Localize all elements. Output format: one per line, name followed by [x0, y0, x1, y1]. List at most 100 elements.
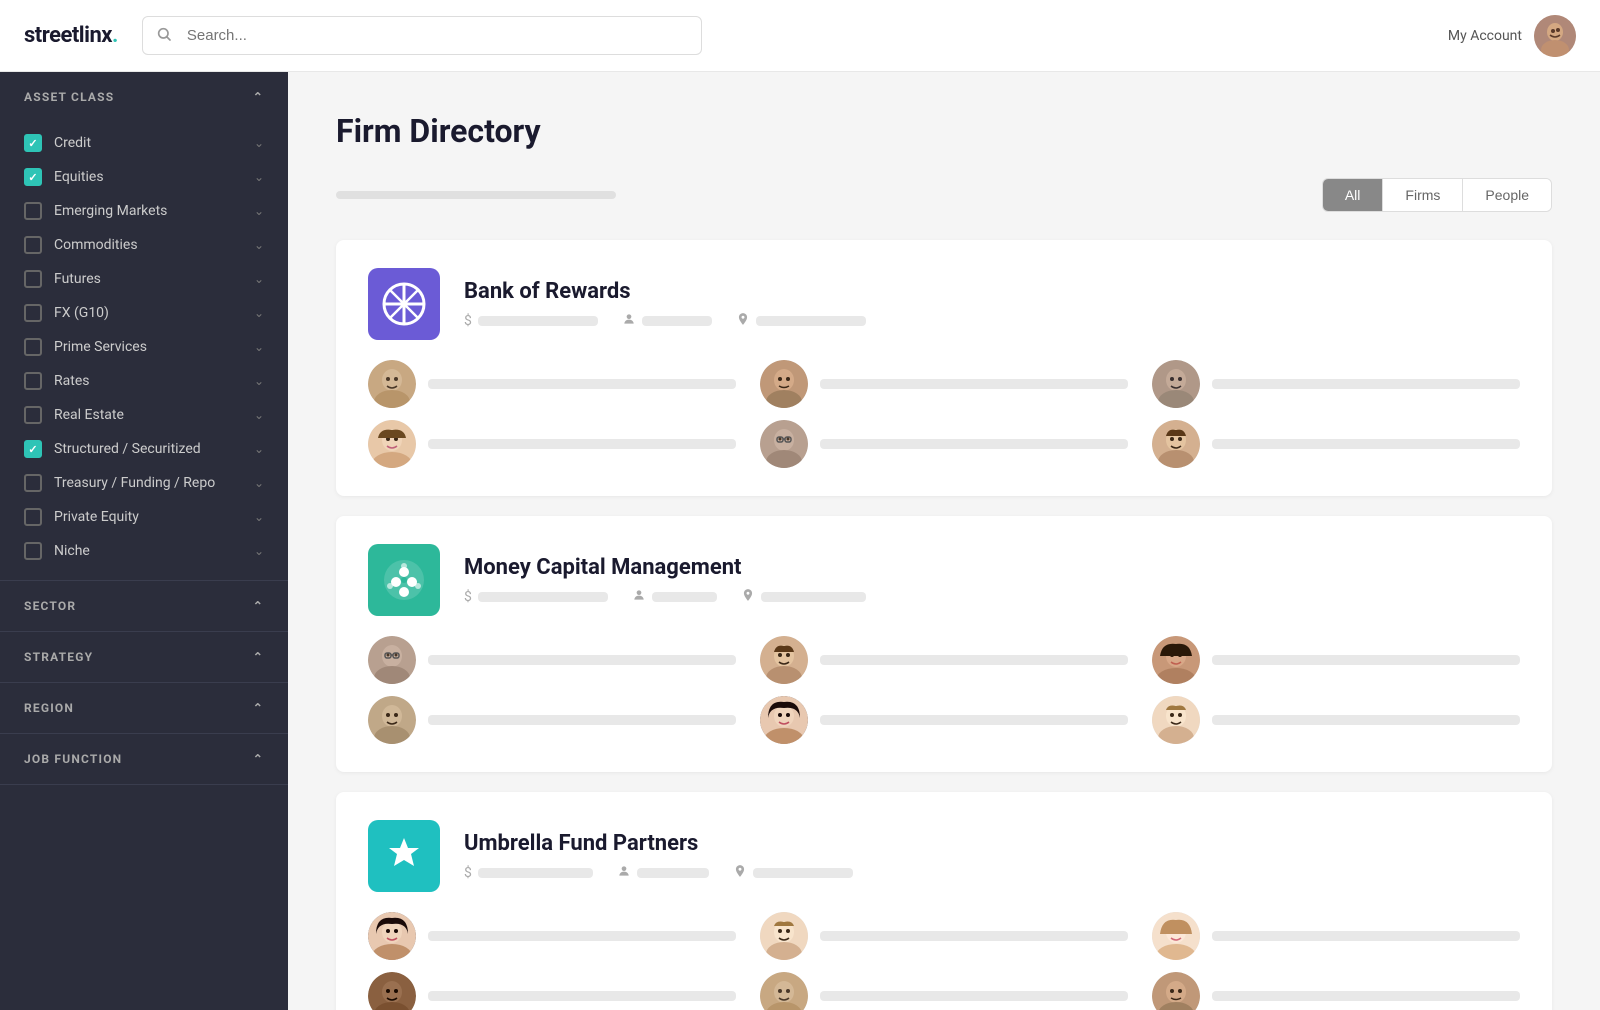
person-row[interactable]: [1152, 696, 1520, 744]
person-row[interactable]: [1152, 636, 1520, 684]
person-name-bar: [1212, 715, 1520, 725]
person-row[interactable]: [368, 420, 736, 468]
person-name-bar: [1212, 931, 1520, 941]
sidebar-item-treasury-funding-repo[interactable]: Treasury / Funding / Repo ⌄: [0, 466, 288, 500]
sidebar-item-chevron-rates: ⌄: [254, 374, 264, 388]
firm-name-money-capital-management[interactable]: Money Capital Management: [464, 555, 1520, 580]
person-icon-bank-of-rewards: [622, 312, 636, 330]
person-row[interactable]: [368, 696, 736, 744]
person-row[interactable]: [760, 360, 1128, 408]
sidebar-item-private-equity[interactable]: Private Equity⌄: [0, 500, 288, 534]
sidebar-item-structured-securitized[interactable]: Structured / Securitized⌄: [0, 432, 288, 466]
main-layout: ASSET CLASS⌃ Credit⌄Equities⌄Emerging Mar…: [0, 72, 1600, 1010]
sidebar-item-credit[interactable]: Credit⌄: [0, 126, 288, 160]
person-row[interactable]: [368, 972, 736, 1010]
firm-header-bank-of-rewards: Bank of Rewards $: [368, 268, 1520, 340]
sidebar-item-chevron-treasury-funding-repo: ⌄: [254, 476, 264, 490]
firm-name-umbrella-fund-partners[interactable]: Umbrella Fund Partners: [464, 831, 1520, 856]
person-row[interactable]: [368, 360, 736, 408]
sidebar-item-commodities[interactable]: Commodities⌄: [0, 228, 288, 262]
checkbox-treasury-funding-repo[interactable]: [24, 474, 42, 492]
sidebar-section-strategy: STRATEGY⌃: [0, 632, 288, 683]
checkbox-real-estate[interactable]: [24, 406, 42, 424]
sidebar-item-niche[interactable]: Niche⌄: [0, 534, 288, 568]
sidebar-section-header-sector[interactable]: SECTOR⌃: [0, 581, 288, 631]
person-row[interactable]: [368, 912, 736, 960]
topnav: streetlinx. My Account: [0, 0, 1600, 72]
sidebar-item-real-estate[interactable]: Real Estate⌄: [0, 398, 288, 432]
filter-tab-firms[interactable]: Firms: [1383, 179, 1463, 211]
person-row[interactable]: [760, 912, 1128, 960]
person-row[interactable]: [760, 972, 1128, 1010]
sidebar-item-prime-services[interactable]: Prime Services⌄: [0, 330, 288, 364]
sidebar-section-region: REGION⌃: [0, 683, 288, 734]
sidebar-item-fx-g10[interactable]: FX (G10)⌄: [0, 296, 288, 330]
person-row[interactable]: [1152, 420, 1520, 468]
firm-meta-umbrella-fund-partners: $: [464, 864, 1520, 882]
location-icon-umbrella-fund-partners: [733, 864, 747, 882]
filter-tab-all[interactable]: All: [1323, 179, 1384, 211]
person-row[interactable]: [1152, 912, 1520, 960]
sidebar-section-asset-class: ASSET CLASS⌃ Credit⌄Equities⌄Emerging Mar…: [0, 72, 288, 581]
sidebar-section-header-region[interactable]: REGION⌃: [0, 683, 288, 733]
checkbox-futures[interactable]: [24, 270, 42, 288]
sidebar-section-header-job-function[interactable]: JOB FUNCTION⌃: [0, 734, 288, 784]
person-avatar: [760, 696, 808, 744]
checkbox-structured-securitized[interactable]: [24, 440, 42, 458]
person-icon-umbrella-fund-partners: [617, 864, 631, 882]
person-row[interactable]: [760, 636, 1128, 684]
person-row[interactable]: [1152, 972, 1520, 1010]
people-grid-money-capital-management: [368, 636, 1520, 744]
person-name-bar: [1212, 379, 1520, 389]
chevron-icon-sector: ⌃: [253, 599, 264, 613]
filter-tab-people[interactable]: People: [1463, 179, 1551, 211]
checkbox-credit[interactable]: [24, 134, 42, 152]
sidebar-item-futures[interactable]: Futures⌄: [0, 262, 288, 296]
firm-name-bank-of-rewards[interactable]: Bank of Rewards: [464, 279, 1520, 304]
checkbox-niche[interactable]: [24, 542, 42, 560]
checkbox-fx-g10[interactable]: [24, 304, 42, 322]
person-name-bar: [1212, 991, 1520, 1001]
sidebar-item-rates[interactable]: Rates⌄: [0, 364, 288, 398]
sidebar-section-header-strategy[interactable]: STRATEGY⌃: [0, 632, 288, 682]
person-row[interactable]: [760, 420, 1128, 468]
user-avatar[interactable]: [1534, 15, 1576, 57]
person-avatar: [368, 360, 416, 408]
person-avatar: [1152, 912, 1200, 960]
my-account-label[interactable]: My Account: [1448, 28, 1522, 44]
checkbox-private-equity[interactable]: [24, 508, 42, 526]
sidebar-item-label-private-equity: Private Equity: [54, 509, 242, 525]
firm-people-bar-umbrella-fund-partners: [637, 868, 709, 878]
sidebar-item-chevron-emerging-markets: ⌄: [254, 204, 264, 218]
checkbox-rates[interactable]: [24, 372, 42, 390]
sidebar-item-chevron-futures: ⌄: [254, 272, 264, 286]
person-name-bar: [1212, 439, 1520, 449]
dollar-icon-bank-of-rewards: $: [464, 313, 472, 329]
sidebar-item-equities[interactable]: Equities⌄: [0, 160, 288, 194]
person-row[interactable]: [760, 696, 1128, 744]
person-row[interactable]: [1152, 360, 1520, 408]
firm-meta-location-umbrella-fund-partners: [733, 864, 853, 882]
sidebar-section-sector: SECTOR⌃: [0, 581, 288, 632]
person-avatar: [1152, 360, 1200, 408]
sidebar-item-emerging-markets[interactable]: Emerging Markets⌄: [0, 194, 288, 228]
sidebar-item-label-treasury-funding-repo: Treasury / Funding / Repo: [54, 475, 242, 491]
checkbox-commodities[interactable]: [24, 236, 42, 254]
content: Firm Directory AllFirmsPeople Bank of Re…: [288, 72, 1600, 1010]
person-row[interactable]: [368, 636, 736, 684]
person-name-bar: [428, 931, 736, 941]
firm-logo-umbrella-fund-partners: [368, 820, 440, 892]
firm-meta-dollar-money-capital-management: $: [464, 589, 608, 605]
checkbox-prime-services[interactable]: [24, 338, 42, 356]
checkbox-emerging-markets[interactable]: [24, 202, 42, 220]
checkbox-equities[interactable]: [24, 168, 42, 186]
logo[interactable]: streetlinx.: [24, 23, 118, 48]
sidebar-section-header-asset-class[interactable]: ASSET CLASS⌃: [0, 72, 288, 122]
firm-card-bank-of-rewards[interactable]: Bank of Rewards $: [336, 240, 1552, 496]
search-input[interactable]: [142, 16, 702, 55]
firm-card-money-capital-management[interactable]: Money Capital Management $: [336, 516, 1552, 772]
person-name-bar: [1212, 655, 1520, 665]
firm-meta-money-capital-management: $: [464, 588, 1520, 606]
sidebar-section-label-job-function: JOB FUNCTION: [24, 752, 122, 766]
firm-card-umbrella-fund-partners[interactable]: Umbrella Fund Partners $: [336, 792, 1552, 1010]
